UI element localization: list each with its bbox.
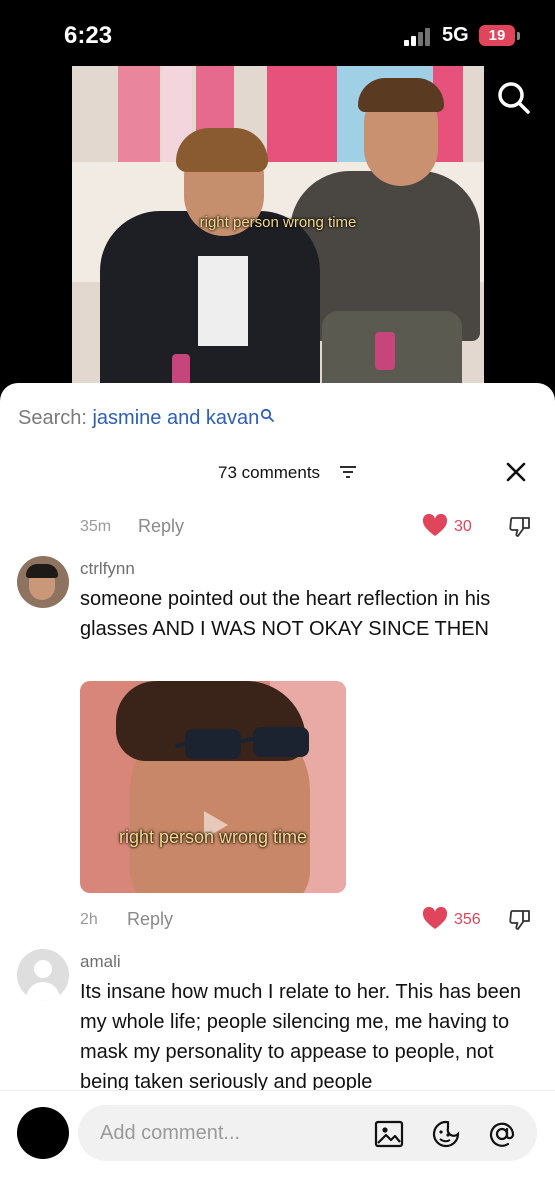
reply-button[interactable]: Reply: [138, 516, 184, 537]
battery-tip: [517, 32, 520, 40]
comment-username[interactable]: amali: [80, 952, 121, 972]
comment-text: someone pointed out the heart reflection…: [80, 588, 491, 640]
reply-button[interactable]: Reply: [127, 909, 173, 930]
comment-username[interactable]: ctrlfynn: [80, 559, 135, 579]
like-count: 30: [454, 518, 472, 535]
comment-time: 2h: [80, 911, 98, 928]
comment-text: Its insane how much I relate to her. Thi…: [80, 981, 521, 1093]
heart-icon[interactable]: [422, 907, 448, 931]
dislike-icon[interactable]: [508, 908, 532, 932]
avatar[interactable]: [17, 556, 69, 608]
comment-time: 35m: [80, 518, 112, 535]
network-type: 5G: [442, 24, 469, 46]
search-icon[interactable]: [496, 80, 532, 116]
attachment-caption: right person wrong time: [118, 827, 308, 847]
comment-box[interactable]: [78, 1105, 537, 1161]
search-label: Search:: [18, 407, 93, 429]
search-icon: [261, 408, 275, 422]
my-avatar: [17, 1107, 69, 1159]
emoji-icon[interactable]: [430, 1118, 462, 1150]
filter-icon[interactable]: [340, 465, 356, 479]
battery-icon: 19: [479, 25, 515, 46]
status-bar: 6:23 5G 19: [0, 0, 555, 66]
comment-input[interactable]: [100, 1105, 360, 1161]
video-player[interactable]: right person wrong time: [0, 66, 555, 396]
mention-icon[interactable]: [486, 1118, 518, 1150]
comment-attachment[interactable]: right person wrong time: [80, 681, 346, 893]
comments-panel: Search: jasmine and kavan 73 comments 35…: [0, 383, 555, 1200]
comment-composer: [0, 1090, 555, 1200]
dislike-icon[interactable]: [508, 515, 532, 539]
heart-icon[interactable]: [422, 514, 448, 538]
sunglasses-image: [175, 727, 309, 759]
comments-count: 73 comments: [218, 463, 321, 482]
close-icon[interactable]: [505, 461, 527, 483]
status-time: 6:23: [64, 22, 113, 49]
signal-icon: [404, 28, 434, 46]
image-icon[interactable]: [373, 1118, 405, 1150]
avatar[interactable]: [17, 949, 69, 1001]
video-frame: right person wrong time: [72, 66, 484, 396]
like-count: 356: [454, 911, 481, 928]
search-suggestion[interactable]: Search: jasmine and kavan: [18, 407, 275, 430]
search-query[interactable]: jasmine and kavan: [92, 407, 259, 429]
video-caption: right person wrong time: [199, 214, 357, 231]
